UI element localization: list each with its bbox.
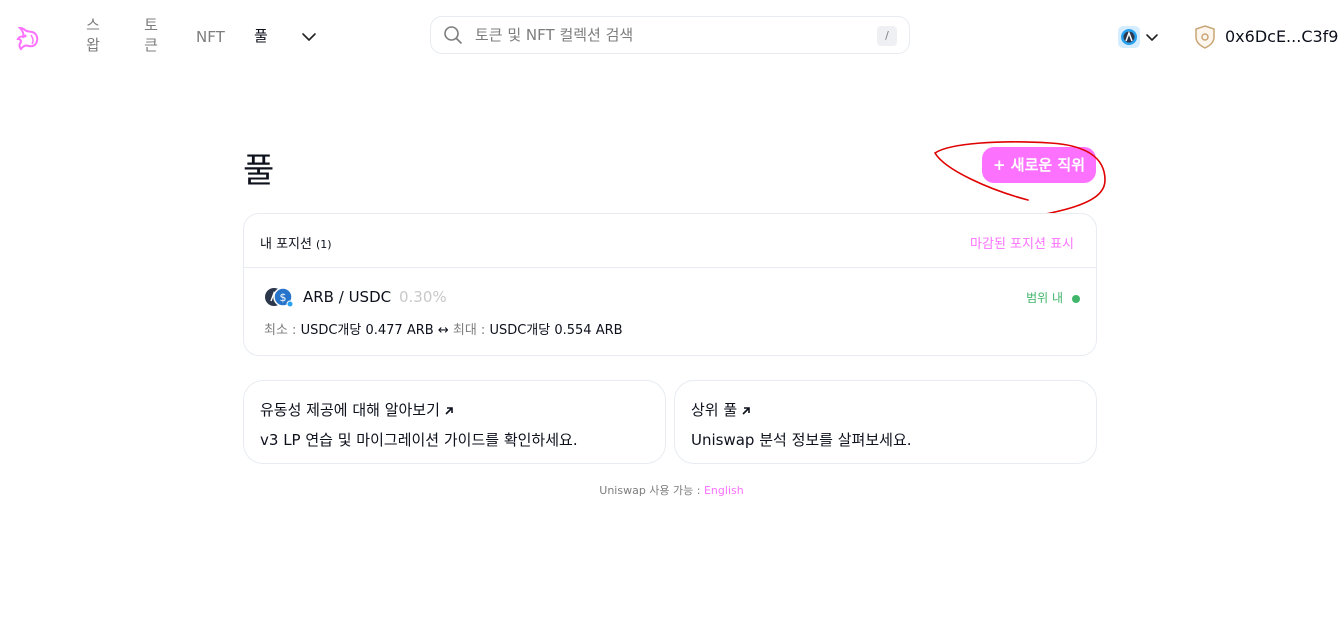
max-price-label: 최대 : — [452, 323, 486, 338]
nav-swap[interactable]: 스 왑 — [83, 15, 103, 55]
search-input[interactable] — [475, 25, 855, 45]
learn-card-description: v3 LP 연습 및 마이그레이션 가이드를 확인하세요. — [260, 431, 578, 449]
chain-selector-button[interactable] — [1114, 24, 1164, 50]
top-pools-card[interactable]: 상위 풀 Uniswap 분석 정보를 살펴보세요. — [674, 380, 1097, 464]
wallet-identicon-icon — [1195, 25, 1215, 49]
external-arrow-icon — [445, 406, 453, 415]
position-row[interactable]: $ ARB / USDC 0.30% 범위 내 최소 : USDC개당 0.47… — [244, 269, 1096, 355]
card-title: 유동성 제공에 대해 알아보기 — [260, 399, 455, 420]
language-footer: Uniswap 사용 가능 : English — [0, 482, 1343, 498]
positions-header: 내 포지션 (1) 마감된 포지션 표시 — [244, 214, 1096, 268]
nav-swap-label-line1: 스 — [86, 16, 100, 34]
card-title: 상위 풀 — [691, 399, 752, 420]
search-bar[interactable]: / — [430, 16, 910, 54]
pair-fee-tier: 0.30% — [399, 288, 447, 306]
top-pools-title: 상위 풀 — [691, 401, 738, 419]
footer-text: Uniswap 사용 가능 : — [599, 484, 701, 497]
in-range-status: 범위 내 — [1026, 289, 1080, 306]
positions-panel: 내 포지션 (1) 마감된 포지션 표시 $ ARB / USDC 0.30% 범… — [243, 213, 1097, 356]
top-pools-description: Uniswap 분석 정보를 살펴보세요. — [691, 431, 912, 449]
uniswap-logo-icon[interactable] — [11, 22, 43, 54]
search-shortcut-badge: / — [877, 26, 897, 46]
arbitrum-icon — [1118, 26, 1140, 48]
positions-title-label: 내 포지션 — [260, 237, 312, 252]
learn-liquidity-card[interactable]: 유동성 제공에 대해 알아보기 v3 LP 연습 및 마이그레이션 가이드를 확… — [243, 380, 666, 464]
top-navbar: 스 왑 토 큰 NFT 풀 / 0x6DcE...C3f9 — [0, 0, 1343, 72]
min-price-label: 최소 : — [264, 323, 297, 338]
min-price-value: USDC개당 0.477 ARB — [300, 323, 434, 338]
nav-swap-label-line2: 왑 — [86, 36, 100, 54]
positions-title: 내 포지션 (1) — [260, 233, 332, 252]
svg-text:$: $ — [280, 291, 287, 304]
new-position-button[interactable]: + 새로운 직위 — [982, 147, 1096, 183]
wallet-button[interactable]: 0x6DcE...C3f9 — [1190, 22, 1340, 52]
nav-tokens[interactable]: 토 큰 — [141, 15, 161, 55]
learn-card-title: 유동성 제공에 대해 알아보기 — [260, 401, 440, 419]
nav-token-label-line2: 큰 — [144, 36, 158, 54]
external-arrow-icon — [742, 406, 750, 415]
show-closed-positions-toggle[interactable]: 마감된 포지션 표시 — [970, 233, 1074, 252]
max-price-value: USDC개당 0.554 ARB — [489, 323, 623, 338]
range-arrow-icon: ↔ — [437, 323, 449, 338]
language-link[interactable]: English — [704, 484, 744, 497]
pair-name: ARB / USDC — [303, 288, 392, 306]
chevron-down-icon — [1146, 34, 1158, 41]
nav-pool[interactable]: 풀 — [254, 26, 268, 46]
arb-usdc-pair-icon: $ — [265, 287, 294, 308]
nav-token-label-line1: 토 — [144, 16, 158, 34]
status-dot-icon — [1072, 294, 1080, 303]
page-title: 풀 — [243, 151, 275, 191]
nav-nft[interactable]: NFT — [196, 27, 225, 47]
chevron-down-icon[interactable] — [300, 28, 318, 46]
positions-count: (1) — [315, 238, 332, 251]
price-range: 최소 : USDC개당 0.477 ARB ↔ 최대 : USDC개당 0.55… — [264, 319, 623, 338]
search-icon — [444, 26, 462, 44]
wallet-address: 0x6DcE...C3f9 — [1225, 27, 1339, 46]
in-range-label: 범위 내 — [1026, 291, 1063, 305]
